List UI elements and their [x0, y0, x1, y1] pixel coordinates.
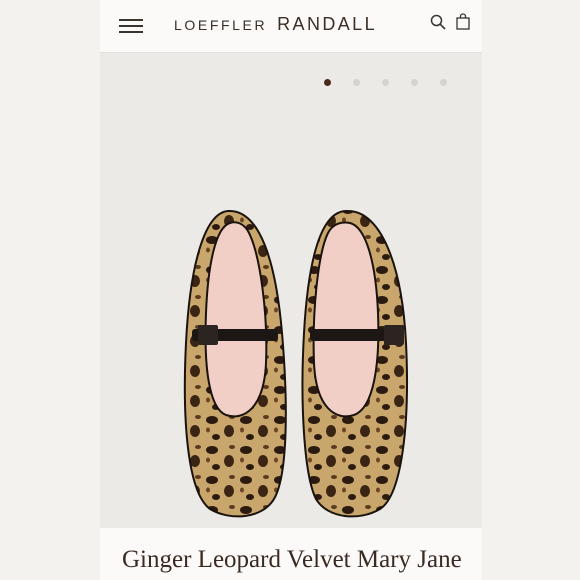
brand-word-2: RANDALL — [277, 14, 377, 34]
product-title: Ginger Leopard Velvet Mary Jane — [122, 546, 462, 573]
product-image — [183, 209, 408, 518]
hamburger-menu-icon[interactable] — [119, 18, 143, 34]
product-title-bar: Ginger Leopard Velvet Mary Jane — [100, 528, 482, 580]
carousel-dot-5[interactable] — [440, 79, 447, 86]
right-shoe — [301, 209, 408, 518]
product-page: LOEFFLER RANDALL Ginger Leopard Velvet M… — [100, 0, 482, 580]
left-shoe — [183, 209, 287, 518]
left-margin — [0, 0, 100, 580]
brand-word-1: LOEFFLER — [174, 17, 268, 33]
carousel-dot-2[interactable] — [353, 79, 360, 86]
search-icon[interactable] — [430, 14, 446, 30]
shopping-bag-icon[interactable] — [456, 13, 470, 30]
right-margin — [482, 0, 580, 580]
site-header: LOEFFLER RANDALL — [100, 0, 482, 53]
carousel-dot-3[interactable] — [382, 79, 389, 86]
carousel-dot-4[interactable] — [411, 79, 418, 86]
carousel-dot-1[interactable] — [324, 79, 331, 86]
brand-logo[interactable]: LOEFFLER RANDALL — [174, 14, 377, 38]
product-image-area[interactable] — [100, 53, 482, 528]
